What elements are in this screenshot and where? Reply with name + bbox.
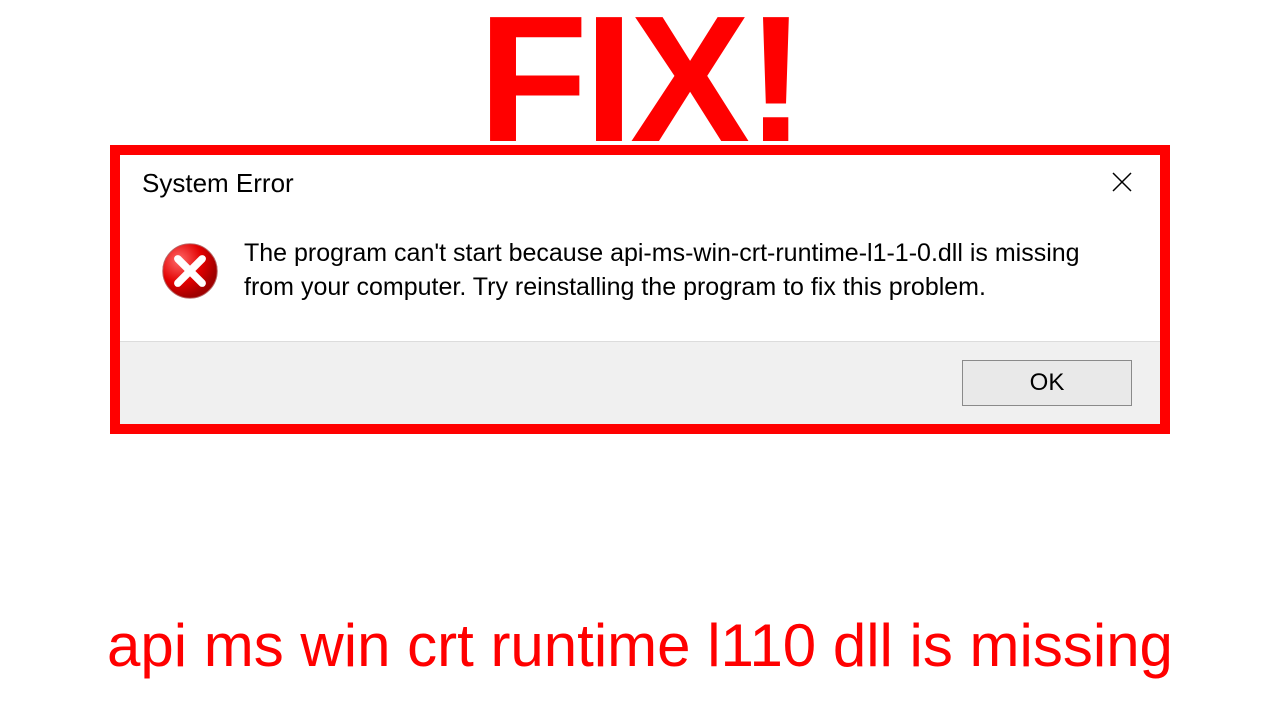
ok-button[interactable]: OK — [962, 360, 1132, 406]
error-dialog: System Error — [120, 155, 1160, 424]
dialog-body: The program can't start because api-ms-w… — [120, 209, 1160, 341]
dialog-title: System Error — [142, 168, 294, 199]
close-icon — [1110, 170, 1134, 194]
dialog-footer: OK — [120, 341, 1160, 424]
close-button[interactable] — [1102, 167, 1142, 199]
dialog-highlight-frame: System Error — [110, 145, 1170, 434]
fix-banner-text: FIX! — [478, 0, 802, 170]
bottom-caption: api ms win crt runtime l110 dll is missi… — [0, 611, 1280, 680]
error-icon — [160, 241, 220, 301]
dialog-message: The program can't start because api-ms-w… — [244, 237, 1120, 305]
